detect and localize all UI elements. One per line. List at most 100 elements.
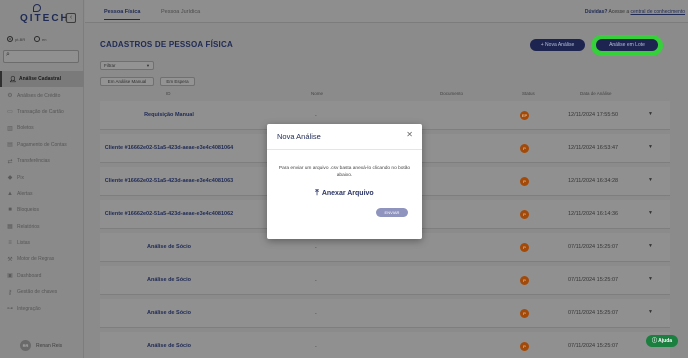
row-date: 12/11/2024 16:53:47	[568, 145, 619, 151]
page-title: CADASTROS DE PESSOA FÍSICA	[100, 40, 233, 49]
attach-file-button[interactable]: ⤒ Anexar Arquivo	[267, 188, 422, 198]
chevron-left-icon: ‹	[69, 14, 73, 21]
row-date: 07/11/2024 15:25:07	[568, 310, 619, 316]
column-header-data: Data de Análise	[580, 91, 612, 96]
avatar: RR	[20, 340, 31, 351]
row-date: 07/11/2024 15:25:07	[568, 343, 619, 349]
user-profile[interactable]: RR Renan Reis	[20, 340, 62, 351]
tab-pessoa-fisica[interactable]: Pessoa Física	[104, 9, 141, 20]
nova-analise-button[interactable]: + Nova Análise	[530, 39, 585, 51]
search-icon: ⌕	[6, 51, 10, 58]
status-badge: P	[520, 309, 529, 318]
row-name: -	[315, 278, 317, 284]
sidebar-item-gestao-chaves[interactable]: ⚷ Gestão de chaves	[0, 284, 84, 300]
question-icon: ⓘ	[651, 338, 657, 344]
sidebar-nav: 👤︎ Análise Cadastral ⚙︎ Análises de Crédit…	[0, 71, 84, 317]
row-id: Análise de Sócio	[146, 343, 191, 349]
sidebar-item-transacao-cartao[interactable]: ▭ Transação de Cartão	[0, 104, 84, 120]
chevron-down-icon[interactable]: ▼	[648, 144, 653, 150]
sidebar-item-analise-cadastral[interactable]: 👤︎ Análise Cadastral	[0, 71, 84, 88]
enviar-button[interactable]: ENVIAR	[376, 208, 408, 217]
document-icon: ▤	[7, 142, 13, 149]
analise-lote-button[interactable]: Análise em Lote	[596, 39, 658, 51]
table-row[interactable]: Análise de Sócio - P 07/11/2024 15:25:07…	[100, 266, 670, 295]
chevron-down-icon[interactable]: ▼	[648, 309, 653, 315]
upload-icon: ⤒	[315, 188, 319, 197]
filter-select[interactable]: Filtrar ▼	[100, 61, 154, 70]
status-badge: EP	[520, 111, 529, 120]
row-id: Análise de Sócio	[146, 310, 191, 316]
chevron-down-icon[interactable]: ▼	[648, 210, 653, 216]
radio-icon	[34, 36, 40, 42]
rules-icon: ⚒︎	[7, 256, 13, 263]
row-date: 12/11/2024 16:14:36	[568, 211, 619, 217]
row-date: 12/11/2024 16:34:28	[568, 178, 619, 184]
table-row[interactable]: Análise de Sócio - P 07/11/2024 15:25:07…	[100, 299, 670, 328]
sidebar-item-pagamento-contas[interactable]: ▤ Pagamento de Contas	[0, 137, 84, 153]
nova-analise-modal: Nova Análise ✕ Para enviar um arquivo .c…	[267, 124, 422, 239]
column-header-documento: Documento	[440, 91, 464, 96]
status-badge: P	[520, 342, 529, 351]
sidebar-item-dashboard[interactable]: ▣ Dashboard	[0, 268, 84, 284]
card-icon: ▭	[7, 109, 13, 116]
barcode-icon: ▥	[7, 125, 13, 132]
dashboard-icon: ▣	[7, 273, 13, 280]
row-id: Requisição Manual	[144, 112, 194, 118]
row-date: 07/11/2024 15:25:07	[568, 277, 619, 283]
chevron-down-icon[interactable]: ▼	[648, 111, 653, 117]
user-name: Renan Reis	[36, 342, 63, 349]
column-header-id: ID	[166, 91, 171, 96]
row-name: -	[315, 113, 317, 119]
sidebar-item-bloqueios[interactable]: ■ Bloqueios	[0, 202, 84, 218]
language-option-en[interactable]: en	[34, 36, 46, 42]
status-badge: P	[520, 177, 529, 186]
sidebar-item-boletos[interactable]: ▥ Boletos	[0, 120, 84, 136]
row-id: Cliente #16662e02-51a5-423d-aeae-e3e4c40…	[104, 211, 234, 217]
filter-chip-em-espera[interactable]: Em Espera	[160, 77, 195, 86]
row-date: 12/11/2024 17:55:50	[568, 112, 619, 118]
status-badge: P	[520, 210, 529, 219]
sidebar-item-transferencias[interactable]: ⇄ Transferências	[0, 153, 84, 169]
integration-icon: ⊶	[7, 306, 13, 313]
row-id: Cliente #16662e02-51a5-423d-aeae-e3e4c40…	[104, 178, 234, 184]
help-widget-button[interactable]: ⓘ Ajuda	[646, 335, 678, 347]
sidebar-item-relatorios[interactable]: ▦ Relatórios	[0, 219, 84, 235]
sidebar: QITECH ‹ pt-BR en ⌕ 👤︎ Análise Cadastral …	[0, 0, 84, 358]
filter-chip-em-analise-manual[interactable]: Em Análise Manual	[100, 77, 154, 86]
sidebar-item-pix[interactable]: ◆ Pix	[0, 169, 84, 185]
close-icon[interactable]: ✕	[406, 130, 413, 139]
chevron-down-icon[interactable]: ▼	[648, 276, 653, 282]
row-id: Cliente #16662e02-51a5-423d-aeae-e3e4c40…	[104, 145, 234, 151]
row-date: 07/11/2024 15:25:07	[568, 244, 619, 250]
knowledge-center-link[interactable]: central de conhecimento	[631, 9, 685, 15]
sidebar-item-analises-credito[interactable]: ⚙︎ Análises de Crédito	[0, 87, 84, 103]
table-row[interactable]: Análise de Sócio - P 07/11/2024 15:25:07…	[100, 332, 670, 358]
alert-icon: ▲	[7, 190, 13, 197]
sidebar-item-integracao[interactable]: ⊶ Integração	[0, 300, 84, 316]
language-option-ptbr[interactable]: pt-BR	[7, 36, 25, 42]
gear-icon: ⚙︎	[7, 93, 13, 100]
top-bar: Pessoa Física Pessoa Jurídica Dúvidas? A…	[85, 0, 688, 23]
help-text: Dúvidas? Acesse a central de conheciment…	[584, 9, 685, 15]
chevron-down-icon[interactable]: ▼	[648, 243, 653, 249]
row-name: -	[315, 245, 317, 251]
person-icon: 👤︎	[9, 76, 17, 83]
collapse-sidebar-button[interactable]: ‹	[66, 13, 76, 23]
sidebar-item-listas[interactable]: ≡ Listas	[0, 235, 84, 251]
row-id: Análise de Sócio	[146, 277, 191, 283]
modal-divider	[267, 149, 422, 150]
sidebar-item-motor-regras[interactable]: ⚒︎ Motor de Regras	[0, 251, 84, 267]
sidebar-item-alertas[interactable]: ▲ Alertas	[0, 186, 84, 202]
chevron-down-icon[interactable]: ▼	[648, 177, 653, 183]
modal-description: Para enviar um arquivo .csv basta anexá-…	[278, 166, 411, 178]
search-input[interactable]: ⌕	[3, 50, 79, 63]
row-id: Análise de Sócio	[146, 244, 191, 250]
logo: QITECH	[20, 13, 70, 24]
report-icon: ▦	[7, 224, 13, 231]
row-name: -	[315, 344, 317, 350]
tab-pessoa-juridica[interactable]: Pessoa Jurídica	[161, 9, 200, 15]
key-icon: ⚷	[7, 289, 13, 296]
modal-title: Nova Análise	[277, 132, 321, 141]
pix-icon: ◆	[7, 175, 13, 182]
lock-icon: ■	[8, 207, 12, 214]
